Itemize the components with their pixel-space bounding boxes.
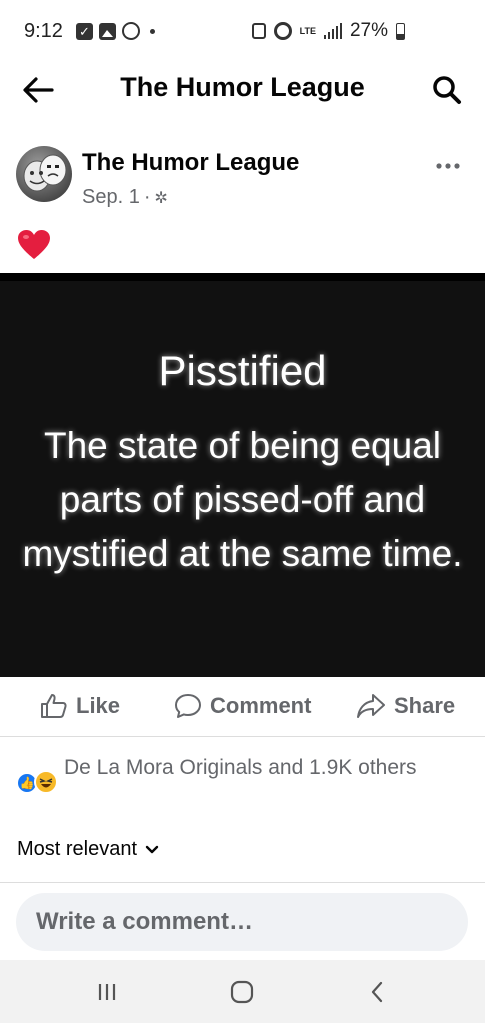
network-type: LTE xyxy=(299,25,316,36)
comment-sort-dropdown[interactable]: Most relevant xyxy=(17,838,159,861)
comment-bubble-icon xyxy=(175,694,201,718)
comment-label: Comment xyxy=(210,693,312,718)
alarm-icon xyxy=(273,22,292,40)
chevron-down-icon xyxy=(145,845,159,853)
audience-globe-icon: ✲ xyxy=(154,189,168,207)
secure-folder-icon xyxy=(251,23,266,39)
like-button[interactable]: Like xyxy=(40,693,120,719)
comment-composer xyxy=(0,882,485,960)
search-button[interactable] xyxy=(431,74,463,106)
page-avatar[interactable] xyxy=(16,146,72,202)
signal-strength-icon xyxy=(323,23,342,39)
status-time: 9:12 xyxy=(24,20,63,42)
checkbox-notification-icon: ✓ xyxy=(76,22,93,40)
post-actions: Like Comment Share xyxy=(0,677,485,737)
post-image[interactable]: Pisstified The state of being equal part… xyxy=(0,273,485,677)
battery-percent: 27% xyxy=(349,20,388,41)
image-title-text: Pisstified xyxy=(158,347,327,394)
gallery-notification-icon xyxy=(99,22,116,40)
notification-icons: ✓ xyxy=(76,22,155,40)
ellipsis-icon xyxy=(436,163,460,169)
battery-icon xyxy=(396,22,405,40)
reaction-icons: 👍 xyxy=(14,766,62,794)
reactions-count-text: De La Mora Originals and 1.9K others xyxy=(64,756,417,779)
post-header: The Humor League Sep. 1 · ✲ xyxy=(0,140,485,220)
system-status-icons: LTE 27% xyxy=(251,20,405,42)
share-button[interactable]: Share xyxy=(356,693,455,719)
share-arrow-icon xyxy=(357,694,385,718)
like-label: Like xyxy=(76,693,121,718)
search-icon xyxy=(433,76,461,104)
more-options-button[interactable] xyxy=(435,150,461,176)
post-author[interactable]: The Humor League xyxy=(82,149,299,177)
home-button[interactable] xyxy=(227,978,257,1006)
post-meta: Sep. 1 · ✲ xyxy=(82,186,168,209)
home-icon xyxy=(230,980,254,1004)
app-header: The Humor League xyxy=(0,62,485,118)
comedy-masks-logo-icon xyxy=(23,154,67,192)
status-bar: 9:12 ✓ LTE 27% xyxy=(0,0,485,62)
recent-apps-icon xyxy=(98,984,116,1000)
recent-apps-button[interactable] xyxy=(92,978,122,1006)
meta-separator: · xyxy=(143,186,151,208)
system-navigation-bar xyxy=(0,960,485,1023)
post-image-canvas: Pisstified The state of being equal part… xyxy=(0,281,485,677)
reactions-summary[interactable]: 👍 De La Mora Originals and 1.9K others xyxy=(14,752,474,810)
comment-button[interactable]: Comment xyxy=(174,693,311,719)
post-date[interactable]: Sep. 1 xyxy=(82,186,140,209)
chevron-left-icon xyxy=(371,981,383,1003)
sort-label: Most relevant xyxy=(17,838,138,860)
haha-reaction-icon xyxy=(34,770,58,794)
thumbs-up-icon xyxy=(41,694,67,718)
system-back-button[interactable] xyxy=(362,978,392,1006)
share-label: Share xyxy=(394,693,456,718)
page-title: The Humor League xyxy=(120,72,365,102)
whatsapp-notification-icon xyxy=(122,22,140,40)
comment-input[interactable] xyxy=(16,893,468,951)
heart-emoji-icon xyxy=(17,229,51,261)
more-notifications-dot-icon xyxy=(150,28,155,34)
image-body-text: The state of being equal parts of pissed… xyxy=(22,425,463,574)
